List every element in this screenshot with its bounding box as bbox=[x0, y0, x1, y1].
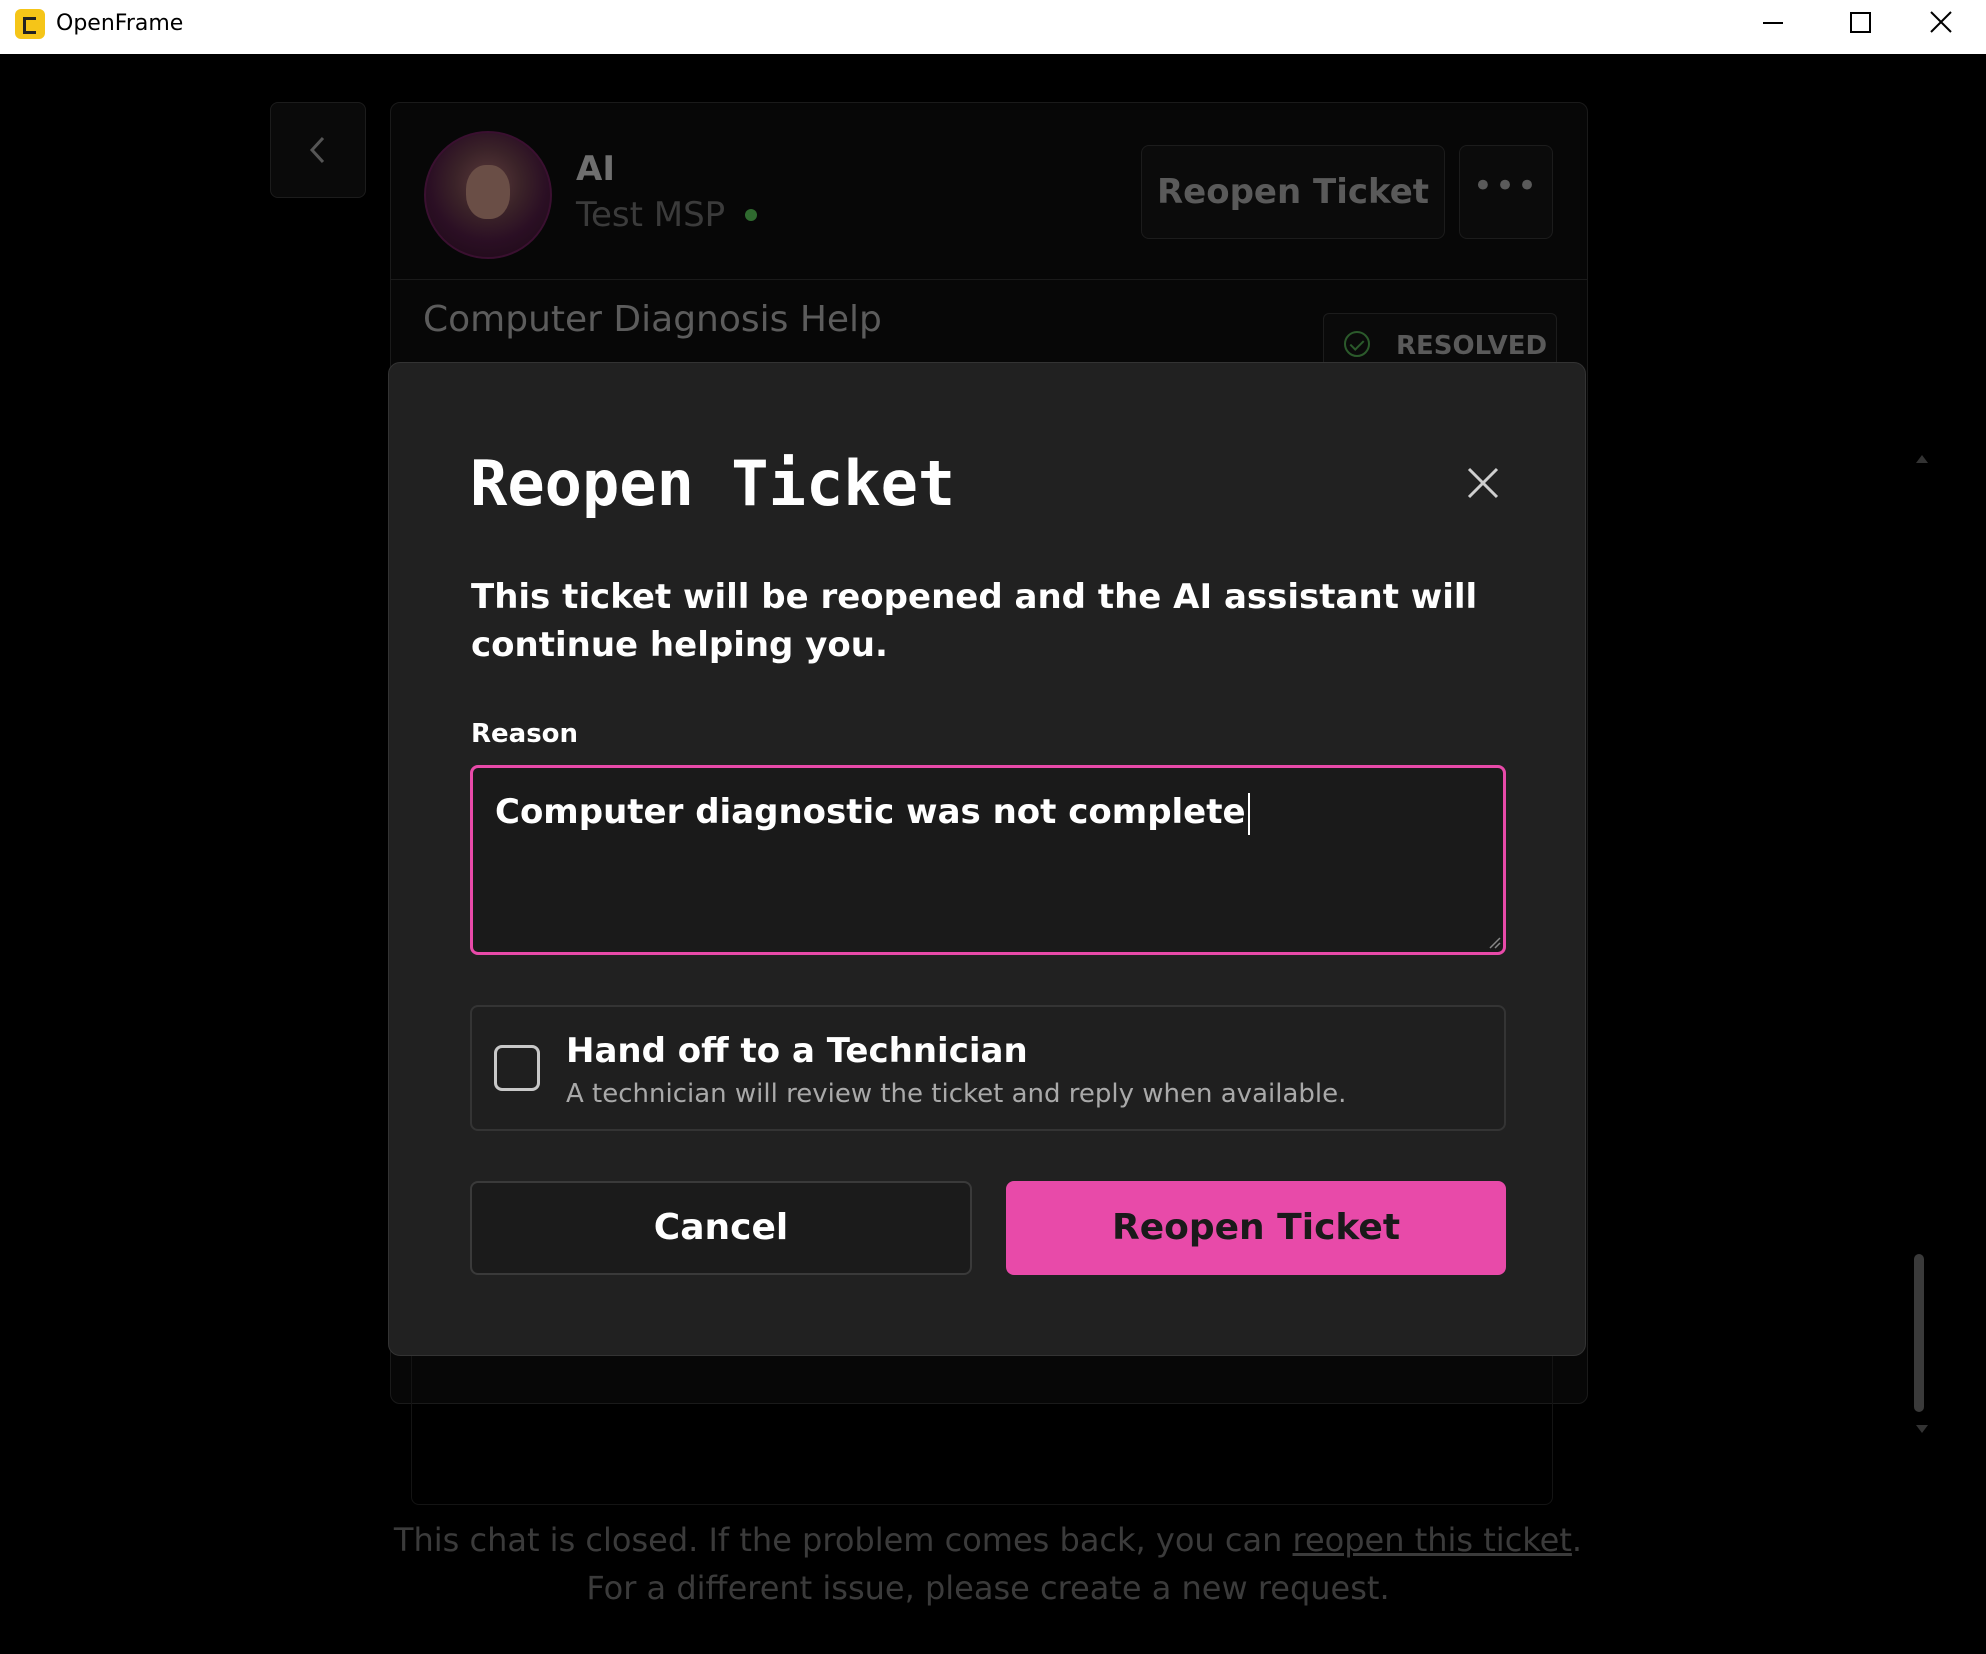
handoff-option[interactable]: Hand off to a Technician A technician wi… bbox=[470, 1005, 1506, 1131]
openframe-logo-icon bbox=[15, 9, 45, 39]
avatar-face bbox=[466, 165, 510, 219]
maximize-icon[interactable] bbox=[1814, 0, 1904, 54]
reopen-ticket-modal: Reopen Ticket This ticket will be reopen… bbox=[388, 362, 1586, 1356]
scroll-down-arrow-icon[interactable] bbox=[1916, 1425, 1928, 1433]
chat-closed-note: This chat is closed. If the problem come… bbox=[390, 1516, 1586, 1612]
close-window-icon[interactable] bbox=[1896, 0, 1986, 54]
agent-organization: Test MSP bbox=[576, 195, 726, 235]
header-reopen-ticket-button[interactable]: Reopen Ticket bbox=[1141, 145, 1445, 239]
reason-text: Computer diagnostic was not complete bbox=[495, 792, 1246, 832]
handoff-title: Hand off to a Technician bbox=[566, 1031, 1028, 1071]
reason-label: Reason bbox=[471, 719, 579, 749]
reopen-ticket-button[interactable]: Reopen Ticket bbox=[1006, 1181, 1506, 1275]
chat-header: AI Test MSP Reopen Ticket ••• bbox=[391, 103, 1587, 280]
modal-title: Reopen Ticket bbox=[470, 447, 956, 520]
modal-description: This ticket will be reopened and the AI … bbox=[471, 577, 1478, 665]
agent-name: AI bbox=[576, 149, 615, 189]
ticket-title: Computer Diagnosis Help bbox=[423, 299, 882, 340]
resize-grip-icon[interactable] bbox=[1489, 937, 1501, 949]
check-circle-icon bbox=[1344, 331, 1370, 357]
more-options-icon[interactable]: ••• bbox=[1459, 145, 1553, 239]
closed-note-text-start: This chat is closed. If the problem come… bbox=[393, 1521, 1293, 1559]
reason-textarea[interactable]: Computer diagnostic was not complete bbox=[470, 765, 1506, 955]
cancel-button[interactable]: Cancel bbox=[470, 1181, 972, 1275]
scrollbar-thumb[interactable] bbox=[1914, 1254, 1924, 1412]
text-caret bbox=[1247, 792, 1250, 835]
window-title: OpenFrame bbox=[56, 11, 184, 36]
online-status-dot bbox=[745, 209, 757, 221]
modal-close-icon[interactable] bbox=[1465, 465, 1501, 501]
agent-avatar bbox=[424, 131, 552, 259]
back-button[interactable] bbox=[270, 102, 366, 198]
handoff-checkbox[interactable] bbox=[494, 1045, 540, 1091]
chevron-left-icon bbox=[309, 136, 325, 164]
handoff-subtitle: A technician will review the ticket and … bbox=[566, 1079, 1347, 1109]
window-titlebar: OpenFrame bbox=[0, 0, 1986, 54]
reopen-ticket-link[interactable]: reopen this ticket bbox=[1293, 1521, 1572, 1559]
scroll-up-arrow-icon[interactable] bbox=[1916, 455, 1928, 463]
minimize-icon[interactable] bbox=[1726, 0, 1816, 54]
